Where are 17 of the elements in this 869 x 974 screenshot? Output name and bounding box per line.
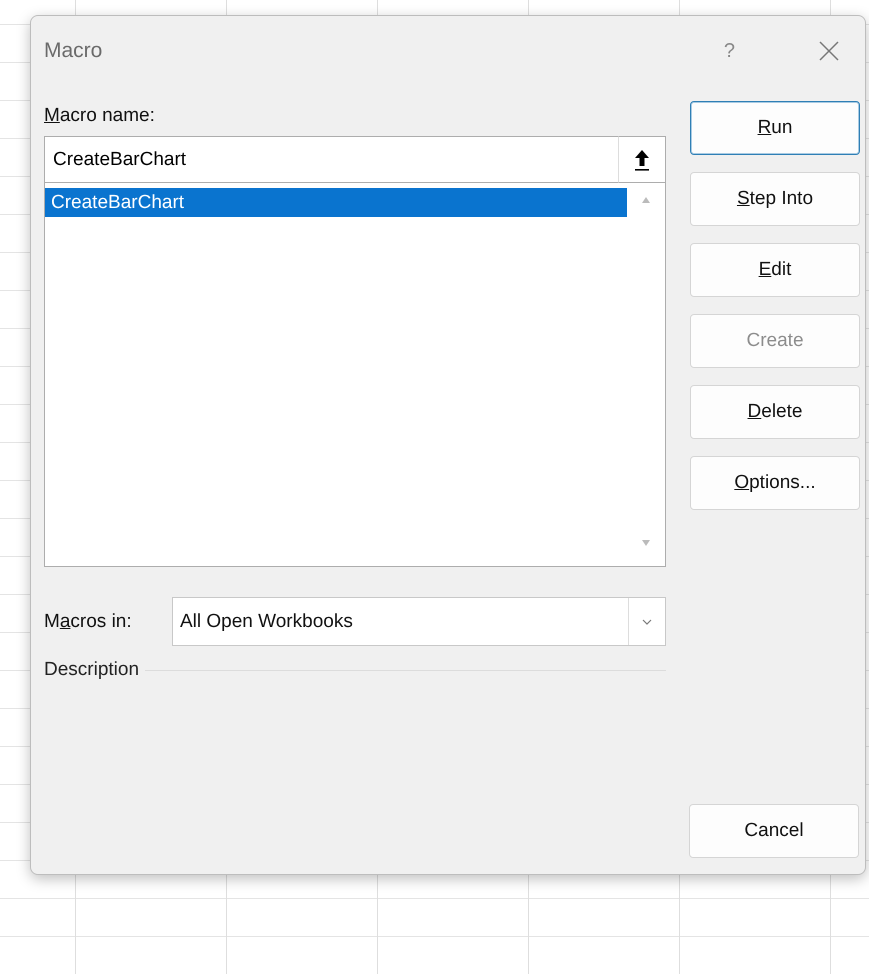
close-icon[interactable] xyxy=(819,41,839,61)
dialog-button[interactable]: Edit xyxy=(690,243,860,297)
dialog-button[interactable]: Options... xyxy=(690,456,860,510)
description-label: Description xyxy=(44,659,140,681)
macros-in-dropdown[interactable]: All Open Workbooks xyxy=(172,597,666,646)
macro-list-item[interactable]: CreateBarChart xyxy=(45,188,627,217)
cancel-button[interactable]: Cancel xyxy=(689,804,859,858)
dialog-button[interactable]: Run xyxy=(690,101,860,155)
macro-name-field[interactable]: CreateBarChart xyxy=(44,136,618,183)
dialog-button[interactable]: Delete xyxy=(690,385,860,439)
chevron-down-icon xyxy=(642,618,652,624)
macros-in-label: Macros in: xyxy=(44,610,133,632)
dialog-button[interactable]: Step Into xyxy=(690,172,860,226)
up-arrow-icon xyxy=(634,148,650,170)
collapse-button[interactable] xyxy=(618,136,666,183)
window-title: Macro xyxy=(44,39,104,63)
macro-name-label: Macro name: xyxy=(44,104,155,128)
